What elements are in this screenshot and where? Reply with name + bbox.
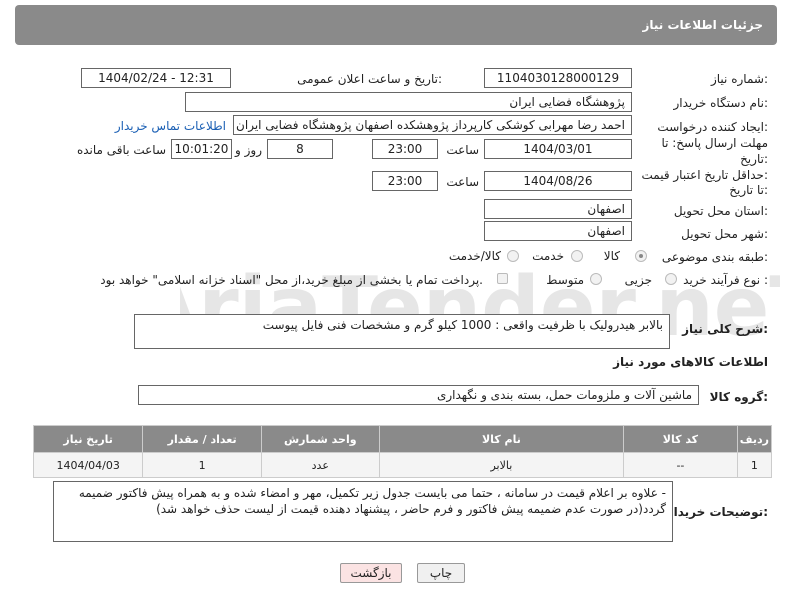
goods-group-field: ماشین آلات و ملزومات حمل، بسته بندی و نگ… (138, 385, 699, 405)
buyer-notes-label: توضیحات خریدار: (666, 505, 768, 519)
province-field: اصفهان (484, 199, 632, 219)
need-number-field: 1104030128000129 (484, 68, 632, 88)
page-title: جزئیات اطلاعات نیاز (642, 18, 763, 32)
cell-row: 1 (736, 452, 773, 478)
goods-table: ردیف کد کالا نام کالا واحد شمارش تعداد /… (32, 425, 773, 478)
back-button[interactable]: بازگشت (340, 563, 402, 583)
category-radio-goods[interactable] (635, 250, 647, 262)
remaining-time-field: 10:01:20 (171, 139, 232, 159)
category-radio-goods-service[interactable] (507, 250, 519, 262)
need-number-label: شماره نیاز: (710, 72, 768, 86)
validity-time-label: ساعت (446, 175, 479, 189)
goods-section-title: اطلاعات کالاهای مورد نیاز (613, 355, 768, 369)
col-unit: واحد شمارش (260, 425, 380, 453)
validity-label-date: تا تاریخ: (729, 183, 768, 197)
buyer-contact-link[interactable]: اطلاعات تماس خریدار (115, 119, 226, 133)
buyer-org-label: نام دستگاه خریدار: (673, 96, 769, 110)
buyer-notes-field: - علاوه بر اعلام قیمت در سامانه ، حتما م… (53, 481, 673, 542)
category-radio-service[interactable] (571, 250, 583, 262)
deadline-time-field: 23:00 (372, 139, 438, 159)
days-label: روز و (235, 143, 262, 157)
table-header-row: ردیف کد کالا نام کالا واحد شمارش تعداد /… (32, 425, 773, 453)
process-label: نوع فرآیند خرید : (683, 273, 768, 287)
deadline-time-label: ساعت (446, 143, 479, 157)
deadline-label-date: تاریخ: (740, 152, 768, 166)
buyer-org-field: پژوهشگاه فضایی ایران (185, 92, 632, 112)
process-option-medium: متوسط (546, 273, 584, 287)
validity-label: حداقل تاریخ اعتبار قیمت: (641, 168, 768, 182)
announce-field: 1404/02/24 - 12:31 (81, 68, 231, 88)
creator-label: ایجاد کننده درخواست: (657, 120, 768, 134)
table-row[interactable]: 1 -- بالابر عدد 1 1404/04/03 (32, 452, 773, 478)
col-quantity: تعداد / مقدار (142, 425, 262, 453)
cell-quantity: 1 (142, 452, 262, 478)
category-option-service: خدمت (532, 249, 564, 263)
days-remaining-field: 8 (267, 139, 333, 159)
cell-code: -- (623, 452, 738, 478)
process-radio-minor[interactable] (665, 273, 677, 285)
city-label: شهر محل تحویل: (681, 227, 768, 241)
validity-time-field: 23:00 (372, 171, 438, 191)
province-label: استان محل تحویل: (673, 204, 768, 218)
validity-date-field: 1404/08/26 (484, 171, 632, 191)
description-label: شرح کلی نیاز: (682, 322, 768, 336)
category-label: طبقه بندی موضوعی: (661, 250, 768, 264)
treasury-note: پرداخت تمام یا بخشی از مبلغ خرید،از محل … (100, 273, 483, 287)
category-option-goods: کالا (603, 249, 620, 263)
deadline-label: مهلت ارسال پاسخ: تا (661, 136, 768, 150)
col-name: نام کالا (378, 425, 625, 453)
process-option-minor: جزیی (624, 273, 652, 287)
cell-unit: عدد (260, 452, 380, 478)
description-field: بالابر هیدرولیک با ظرفیت واقعی : 1000 کی… (134, 314, 670, 349)
remaining-time-label: ساعت باقی مانده (76, 143, 166, 157)
col-code: کد کالا (623, 425, 738, 453)
print-button[interactable]: چاپ (417, 563, 465, 583)
deadline-date-field: 1404/03/01 (484, 139, 632, 159)
details-header: جزئیات اطلاعات نیاز (15, 5, 777, 45)
process-radio-medium[interactable] (590, 273, 602, 285)
cell-need-date: 1404/04/03 (32, 452, 144, 478)
treasury-checkbox[interactable] (497, 273, 508, 284)
creator-field: احمد رضا مهرابی کوشکی کارپرداز پژوهشکده … (233, 115, 632, 135)
cell-name: بالابر (378, 452, 625, 478)
col-row: ردیف (736, 425, 773, 453)
city-field: اصفهان (484, 221, 632, 241)
announce-label: تاریخ و ساعت اعلان عمومی: (297, 72, 442, 86)
category-option-goods-service: کالا/خدمت (448, 249, 501, 263)
col-need-date: تاریخ نیاز (32, 425, 144, 453)
goods-group-label: گروه کالا: (709, 390, 768, 404)
